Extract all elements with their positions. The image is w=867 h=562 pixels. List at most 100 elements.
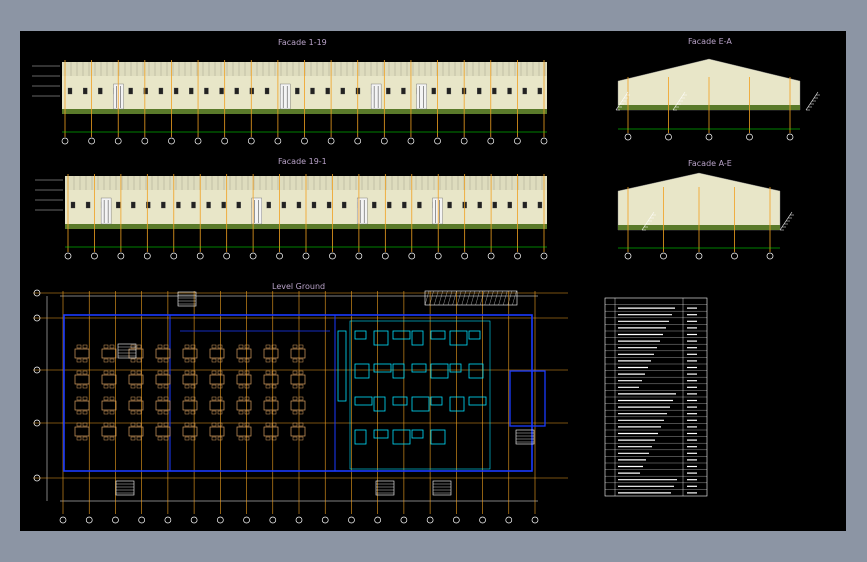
grid-axis-bubble — [196, 252, 204, 260]
ground-floor-plan — [33, 289, 568, 524]
chair — [136, 436, 142, 441]
window — [204, 87, 209, 95]
grid-axis-bubble — [302, 252, 310, 260]
grid-axis-bubble — [223, 252, 231, 260]
chair — [103, 344, 109, 349]
grid-axis-bubble — [143, 252, 151, 260]
grid-axis-bubble — [247, 137, 255, 145]
chair — [298, 436, 304, 441]
window — [537, 201, 543, 209]
chair — [292, 410, 298, 415]
kitchen-equipment — [430, 429, 446, 445]
chair — [109, 358, 115, 363]
dining-table — [263, 348, 279, 359]
window — [85, 201, 91, 209]
chair — [136, 396, 142, 401]
kitchen-equipment — [411, 330, 424, 346]
chair — [184, 422, 190, 427]
grid-axis-bubble — [354, 137, 362, 145]
kitchen-equipment — [449, 396, 465, 412]
window — [236, 201, 241, 209]
plan-axis-bubble — [479, 516, 486, 524]
chair — [244, 358, 250, 363]
plan-axis-bubble — [59, 516, 67, 524]
plan-axis-bubble — [505, 516, 513, 524]
grid-axis-bubble — [514, 252, 521, 260]
window — [116, 201, 121, 209]
chair — [103, 384, 109, 389]
chair — [136, 370, 142, 375]
chair — [265, 422, 271, 427]
grid-axis-bubble — [731, 252, 738, 260]
chair — [265, 410, 271, 415]
grid-axis-bubble — [786, 133, 794, 141]
plan-axis-bubble — [321, 516, 329, 524]
kitchen-equipment — [354, 429, 367, 445]
chair — [163, 396, 169, 401]
grid-axis-bubble — [274, 137, 282, 145]
window — [206, 201, 211, 209]
dining-table — [128, 400, 144, 411]
window — [341, 201, 347, 209]
chair — [298, 384, 304, 389]
grid-axis-bubble — [355, 252, 363, 260]
kitchen-equipment — [411, 363, 427, 373]
chair — [163, 344, 169, 349]
window — [402, 201, 407, 209]
chair — [163, 384, 169, 389]
window — [264, 87, 270, 95]
chair — [184, 384, 190, 389]
window — [131, 201, 136, 209]
grid-axis-bubble — [434, 252, 442, 260]
window — [189, 87, 194, 95]
window — [387, 201, 392, 209]
kitchen-equipment — [392, 330, 411, 340]
grid-axis-bubble — [249, 252, 257, 260]
grid-axis-bubble — [705, 133, 713, 141]
window — [446, 87, 452, 95]
kitchen-equipment — [430, 363, 449, 379]
chair — [292, 344, 298, 349]
chair — [238, 396, 244, 401]
chair — [184, 370, 190, 375]
kitchen-equipment — [354, 396, 373, 406]
dining-table — [290, 374, 306, 385]
chair — [157, 370, 163, 375]
chair — [103, 358, 109, 363]
grid-axis-bubble — [329, 252, 336, 260]
chair — [109, 384, 115, 389]
window — [522, 87, 527, 95]
window — [386, 87, 391, 95]
chair — [136, 410, 142, 415]
chair — [298, 422, 304, 427]
dining-table — [236, 348, 252, 359]
chair — [217, 436, 223, 441]
chair — [211, 422, 217, 427]
chair — [130, 344, 136, 349]
window — [146, 201, 151, 209]
window — [173, 87, 179, 95]
kitchen-zone — [349, 320, 491, 470]
exterior-wall — [63, 314, 533, 472]
kitchen-equipment — [468, 363, 484, 379]
kitchen-equipment — [373, 363, 392, 373]
grid-axis-bubble — [64, 252, 72, 260]
chair — [76, 358, 82, 363]
grid-axis-bubble — [514, 137, 521, 145]
chair — [109, 422, 115, 427]
window — [507, 87, 512, 95]
facade-a-e-title: Facade A-E — [688, 159, 732, 168]
chair — [292, 422, 298, 427]
chair — [211, 396, 217, 401]
chair — [163, 370, 169, 375]
chair — [292, 370, 298, 375]
chair — [184, 410, 190, 415]
dining-table — [236, 374, 252, 385]
chair — [163, 422, 169, 427]
chair — [130, 358, 136, 363]
kitchen-equipment — [411, 396, 430, 412]
grid-axis-bubble — [408, 252, 416, 260]
cad-drawing-viewport[interactable]: Facade 1-19 Facade E-A Facade 19-1 Facad… — [20, 31, 846, 531]
dining-table — [74, 426, 90, 437]
facade-e-a-title: Facade E-A — [688, 37, 732, 46]
